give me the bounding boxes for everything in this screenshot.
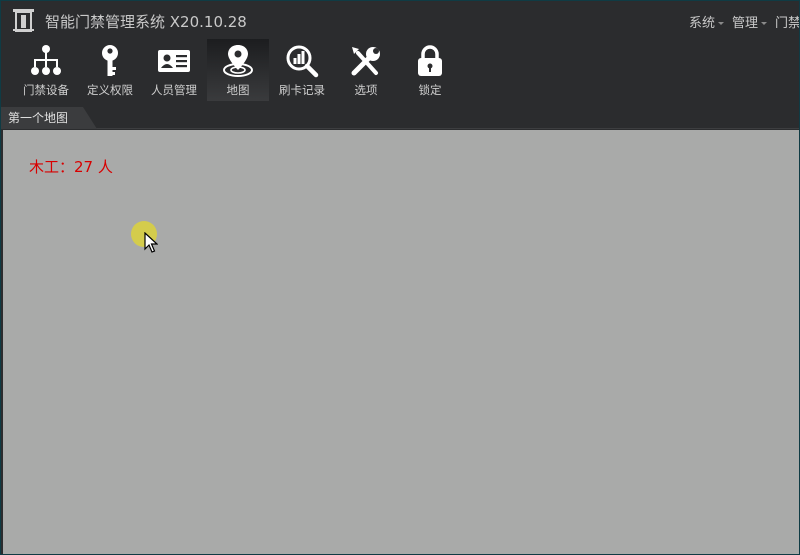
- caret-down-icon: [718, 21, 725, 25]
- tool-lock-label: 锁定: [418, 83, 442, 97]
- menu-access-label: 门禁: [775, 16, 800, 31]
- toolbar: 门禁设备 定义权限 人员管理 地图 刷卡记录 选项 锁定: [1, 39, 799, 103]
- tool-lock[interactable]: 锁定: [399, 39, 461, 101]
- top-menu: 系统 管理 门禁: [689, 12, 800, 31]
- tab-first-map[interactable]: 第一个地图: [1, 107, 97, 129]
- door-logo-icon: [13, 9, 34, 32]
- id-card-icon: [158, 50, 190, 72]
- tool-map[interactable]: 地图: [207, 39, 269, 101]
- tool-card-records-label: 刷卡记录: [279, 83, 325, 97]
- tool-door-devices-label: 门禁设备: [23, 83, 69, 97]
- app-window: 智能门禁管理系统 X20.10.28 系统 管理 门禁 门禁设备 定义权限 人员…: [0, 0, 800, 555]
- tool-permissions[interactable]: 定义权限: [79, 39, 141, 101]
- tool-map-label: 地图: [226, 83, 250, 97]
- map-canvas[interactable]: 木工：27 人: [3, 130, 799, 554]
- map-pin-icon: [223, 45, 253, 77]
- mouse-cursor-icon: [144, 232, 158, 253]
- area-count-label[interactable]: 木工：27 人: [29, 156, 113, 177]
- map-tab-strip: 第一个地图: [1, 105, 799, 129]
- tool-card-records[interactable]: 刷卡记录: [271, 39, 333, 101]
- tool-door-devices[interactable]: 门禁设备: [15, 39, 77, 101]
- menu-manage[interactable]: 管理: [732, 12, 768, 31]
- menu-system-label: 系统: [689, 16, 716, 31]
- tools-icon: [351, 47, 380, 76]
- key-icon: [102, 45, 118, 76]
- tool-permissions-label: 定义权限: [87, 83, 133, 97]
- tool-options[interactable]: 选项: [335, 39, 397, 101]
- app-title: 智能门禁管理系统 X20.10.28: [45, 13, 247, 31]
- tool-personnel-label: 人员管理: [151, 83, 197, 97]
- menu-system[interactable]: 系统: [689, 12, 725, 31]
- org-tree-icon: [31, 45, 61, 75]
- tool-personnel[interactable]: 人员管理: [143, 39, 205, 101]
- caret-down-icon: [761, 21, 768, 25]
- search-chart-icon: [286, 45, 319, 78]
- menu-access[interactable]: 门禁: [775, 12, 800, 31]
- title-bar: 智能门禁管理系统 X20.10.28 系统 管理 门禁: [1, 1, 799, 39]
- lock-icon: [418, 45, 442, 76]
- tool-options-label: 选项: [354, 83, 378, 97]
- menu-manage-label: 管理: [732, 16, 759, 31]
